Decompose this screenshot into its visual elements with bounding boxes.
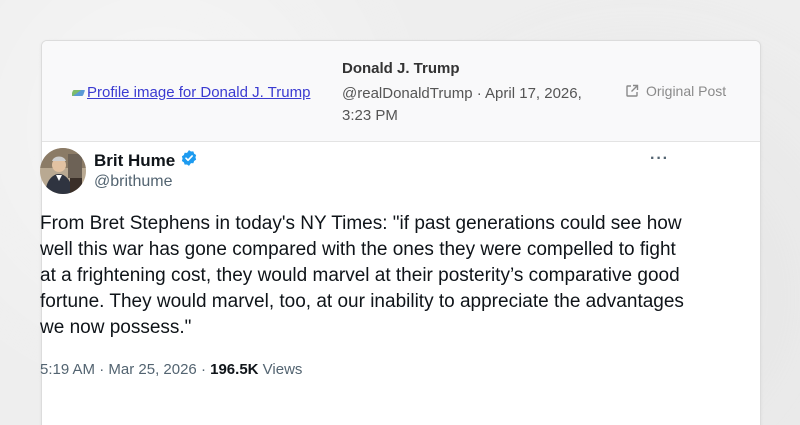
more-options-icon[interactable]: ··· bbox=[650, 150, 669, 168]
profile-image-link[interactable]: Profile image for Donald J. Trump bbox=[72, 84, 330, 101]
meta-separator: · bbox=[196, 361, 211, 378]
tweet-time[interactable]: 5:19 AM bbox=[40, 361, 95, 378]
original-post-label: Original Post bbox=[646, 83, 727, 99]
meta-separator: · bbox=[95, 361, 109, 378]
tweet-meta: 5:19 AM · Mar 25, 2026 · 196.5K Views bbox=[40, 361, 302, 378]
profile-image-alt-text: Profile image for Donald J. Trump bbox=[87, 84, 311, 101]
views-label: Views bbox=[262, 361, 303, 378]
verified-badge-icon bbox=[180, 149, 198, 172]
external-link-icon bbox=[625, 84, 639, 98]
author-meta: @realDonaldTrump · April 17, 2026, 3:23 … bbox=[342, 85, 582, 124]
tweet-handle[interactable]: @brithume bbox=[94, 173, 173, 191]
author-name: Donald J. Trump bbox=[342, 60, 460, 77]
avatar[interactable] bbox=[40, 148, 86, 194]
broken-image-icon bbox=[72, 88, 85, 97]
tweet-display-name-text: Brit Hume bbox=[94, 150, 176, 170]
post-header: Profile image for Donald J. Trump Donald… bbox=[42, 41, 760, 142]
tweet-date[interactable]: Mar 25, 2026 bbox=[108, 361, 196, 378]
views-count: 196.5K bbox=[210, 361, 259, 378]
original-post-link[interactable]: Original Post bbox=[625, 83, 726, 99]
tweet-display-name[interactable]: Brit Hume bbox=[94, 149, 198, 172]
tweet-text: From Bret Stephens in today's NY Times: … bbox=[40, 213, 684, 338]
